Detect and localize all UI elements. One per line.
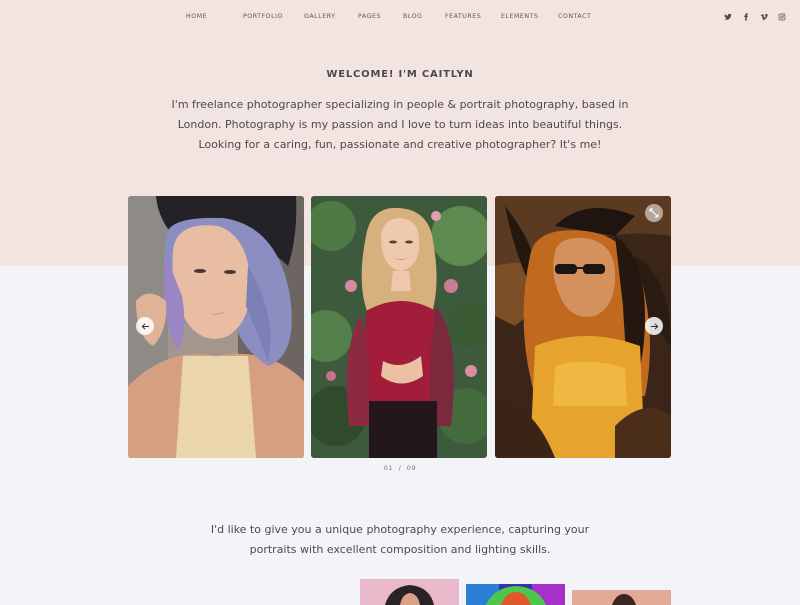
portrait-purple-hair-image — [128, 196, 304, 458]
social-links — [724, 12, 786, 22]
gallery-thumbnail-1[interactable] — [360, 579, 459, 605]
expand-button[interactable] — [645, 204, 663, 222]
twitter-icon[interactable] — [724, 12, 732, 22]
nav-item-portfolio[interactable]: PORTFOLIO — [243, 13, 304, 20]
vimeo-icon[interactable] — [760, 12, 768, 22]
nav-item-home[interactable]: HOME — [186, 13, 243, 20]
nav-item-elements[interactable]: ELEMENTS — [501, 13, 558, 20]
welcome-heading: WELCOME! I'M CAITLYN — [326, 69, 474, 80]
experience-text: I'd like to give you a unique photograph… — [210, 523, 590, 556]
nav-menu: HOME PORTFOLIO GALLERY PAGES BLOG FEATUR… — [186, 13, 608, 20]
nav-item-contact[interactable]: CONTACT — [558, 13, 608, 20]
main-navigation: HOME PORTFOLIO GALLERY PAGES BLOG FEATUR… — [0, 13, 800, 27]
slider-prev-button[interactable] — [136, 317, 154, 335]
nav-item-features[interactable]: FEATURES — [445, 13, 501, 20]
slider-counter-total: 09 — [406, 464, 417, 472]
facebook-icon[interactable] — [742, 12, 750, 22]
gallery-thumbnail-3[interactable] — [572, 590, 671, 605]
nav-item-gallery[interactable]: GALLERY — [304, 13, 358, 20]
intro-text: I'm freelance photographer specializing … — [171, 98, 629, 151]
gallery-thumbnail-2[interactable] — [466, 584, 565, 605]
arrow-left-icon — [141, 322, 149, 330]
slide-portrait-purple-hair[interactable] — [128, 196, 304, 458]
expand-icon — [649, 208, 659, 218]
slider-counter: 01 / 09 — [0, 464, 800, 472]
nav-item-pages[interactable]: PAGES — [358, 13, 403, 20]
gallery-thumbnail-3-image — [572, 590, 671, 605]
portrait-slider — [128, 196, 671, 458]
portrait-red-top-image — [311, 196, 487, 458]
gallery-thumbnail-1-image — [360, 579, 459, 605]
arrow-right-icon — [650, 322, 658, 330]
nav-item-blog[interactable]: BLOG — [403, 13, 445, 20]
slider-next-button[interactable] — [645, 317, 663, 335]
slider-counter-separator: / — [398, 464, 402, 472]
slide-portrait-red-top[interactable] — [311, 196, 487, 458]
gallery-thumbnail-2-image — [466, 584, 565, 605]
slider-counter-current: 01 — [383, 464, 394, 472]
instagram-icon[interactable] — [778, 12, 786, 22]
